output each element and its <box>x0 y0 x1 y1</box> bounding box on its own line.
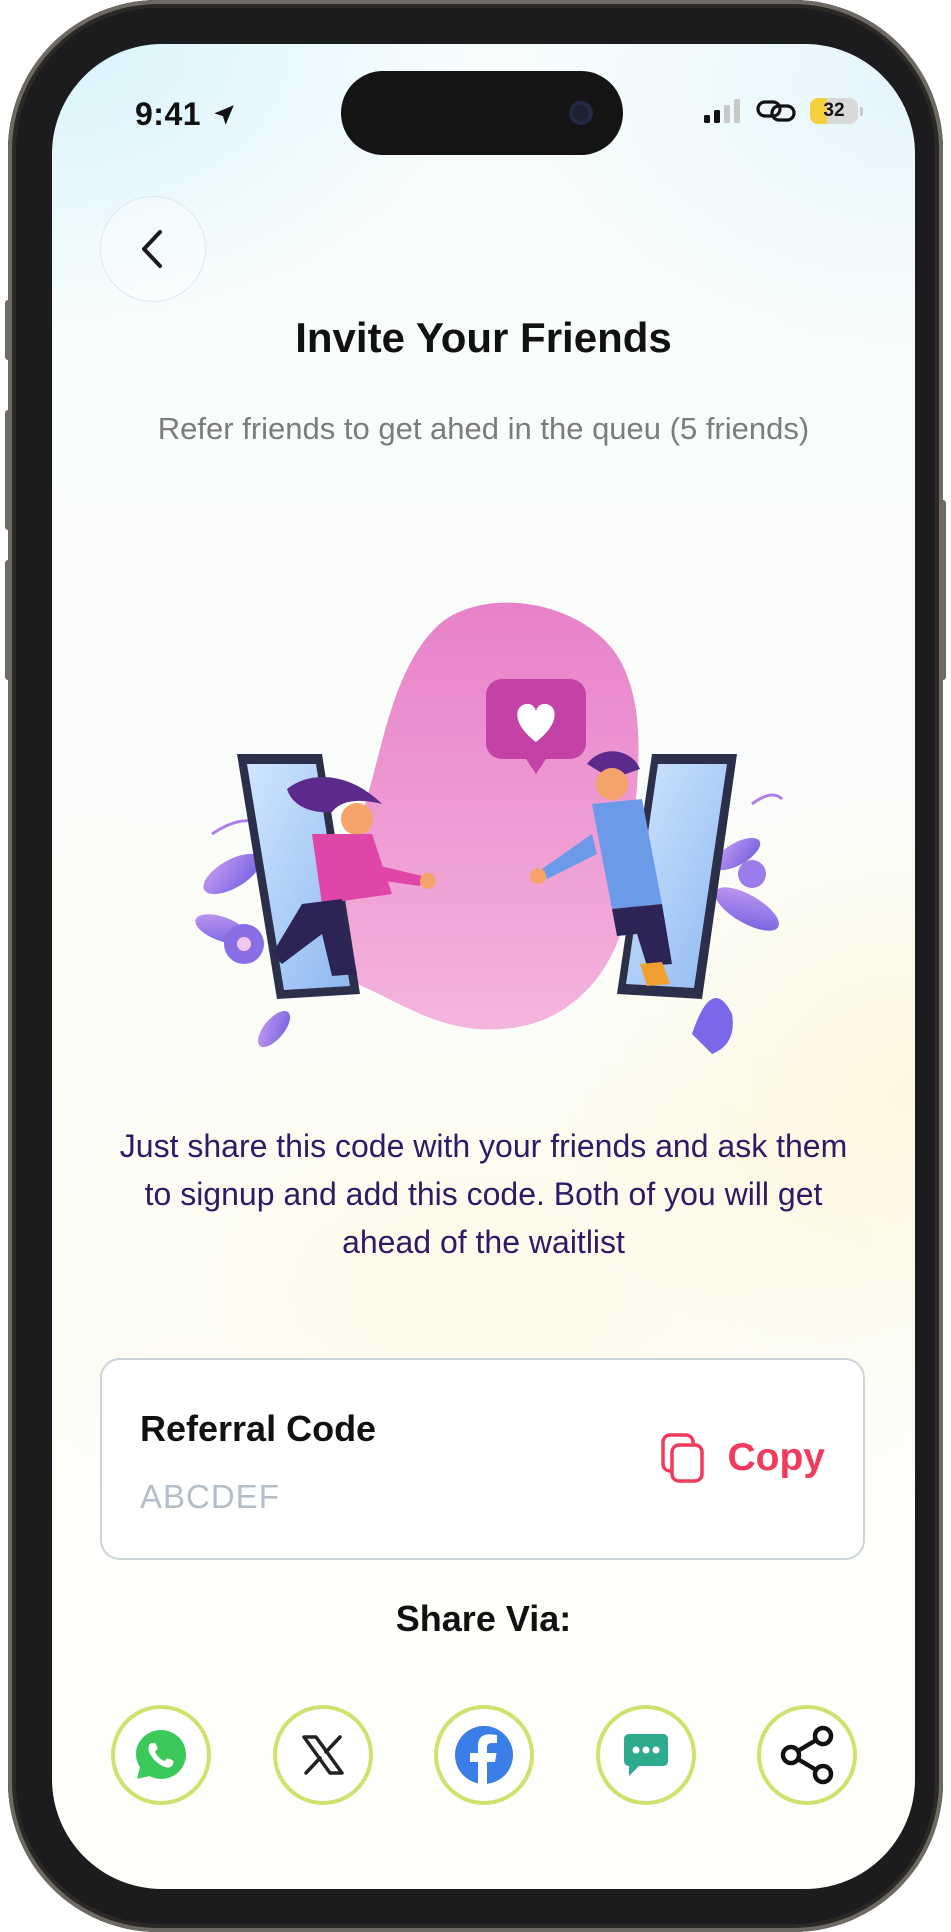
signal-icon <box>704 99 740 123</box>
referral-code-label: Referral Code <box>140 1408 377 1449</box>
whatsapp-icon <box>136 1730 186 1779</box>
message-bubble-icon <box>623 1734 668 1776</box>
page-subtitle: Refer friends to get ahed in the queu (5… <box>157 411 810 446</box>
volume-up-button <box>5 410 11 530</box>
phone-frame: 9:41 32 Invite Your Friends Refer friend… <box>5 0 946 1932</box>
share-facebook-button[interactable] <box>434 1705 534 1805</box>
battery-icon: 32 <box>810 98 858 124</box>
copy-label: Copy <box>727 1436 826 1479</box>
copy-icon <box>660 1433 704 1483</box>
volume-down-button <box>5 560 11 680</box>
screen: 9:41 32 Invite Your Friends Refer friend… <box>52 44 915 1889</box>
share-messages-button[interactable] <box>595 1705 696 1805</box>
referral-code-card: Referral Code ABCDEF Copy <box>100 1358 865 1560</box>
battery-level: 32 <box>823 100 845 121</box>
page-title: Invite Your Friends <box>295 314 672 361</box>
invite-friends-illustration <box>195 602 784 1054</box>
dynamic-island <box>341 71 623 155</box>
share-icon <box>780 1725 834 1785</box>
x-logo-icon <box>301 1735 344 1775</box>
copy-button[interactable]: Copy <box>660 1432 826 1484</box>
referral-code-value: ABCDEF <box>140 1478 280 1515</box>
instructions-text: Just share this code with your friends a… <box>119 1128 848 1260</box>
location-arrow-icon <box>214 104 234 125</box>
action-button <box>5 300 11 360</box>
camera-icon <box>569 101 593 125</box>
link-icon <box>756 100 796 122</box>
share-more-button[interactable] <box>757 1705 857 1805</box>
share-via-title: Share Via: <box>395 1598 572 1639</box>
status-icons: 32 <box>704 98 863 124</box>
share-x-button[interactable] <box>272 1705 373 1805</box>
share-options <box>111 1705 857 1805</box>
facebook-icon <box>455 1726 513 1786</box>
power-button <box>940 500 946 680</box>
battery-tip <box>860 106 863 116</box>
back-button[interactable] <box>100 196 206 302</box>
share-whatsapp-button[interactable] <box>111 1705 211 1805</box>
status-time: 9:41 <box>135 96 237 133</box>
status-time-text: 9:41 <box>135 96 202 132</box>
chevron-left-icon <box>142 230 162 268</box>
